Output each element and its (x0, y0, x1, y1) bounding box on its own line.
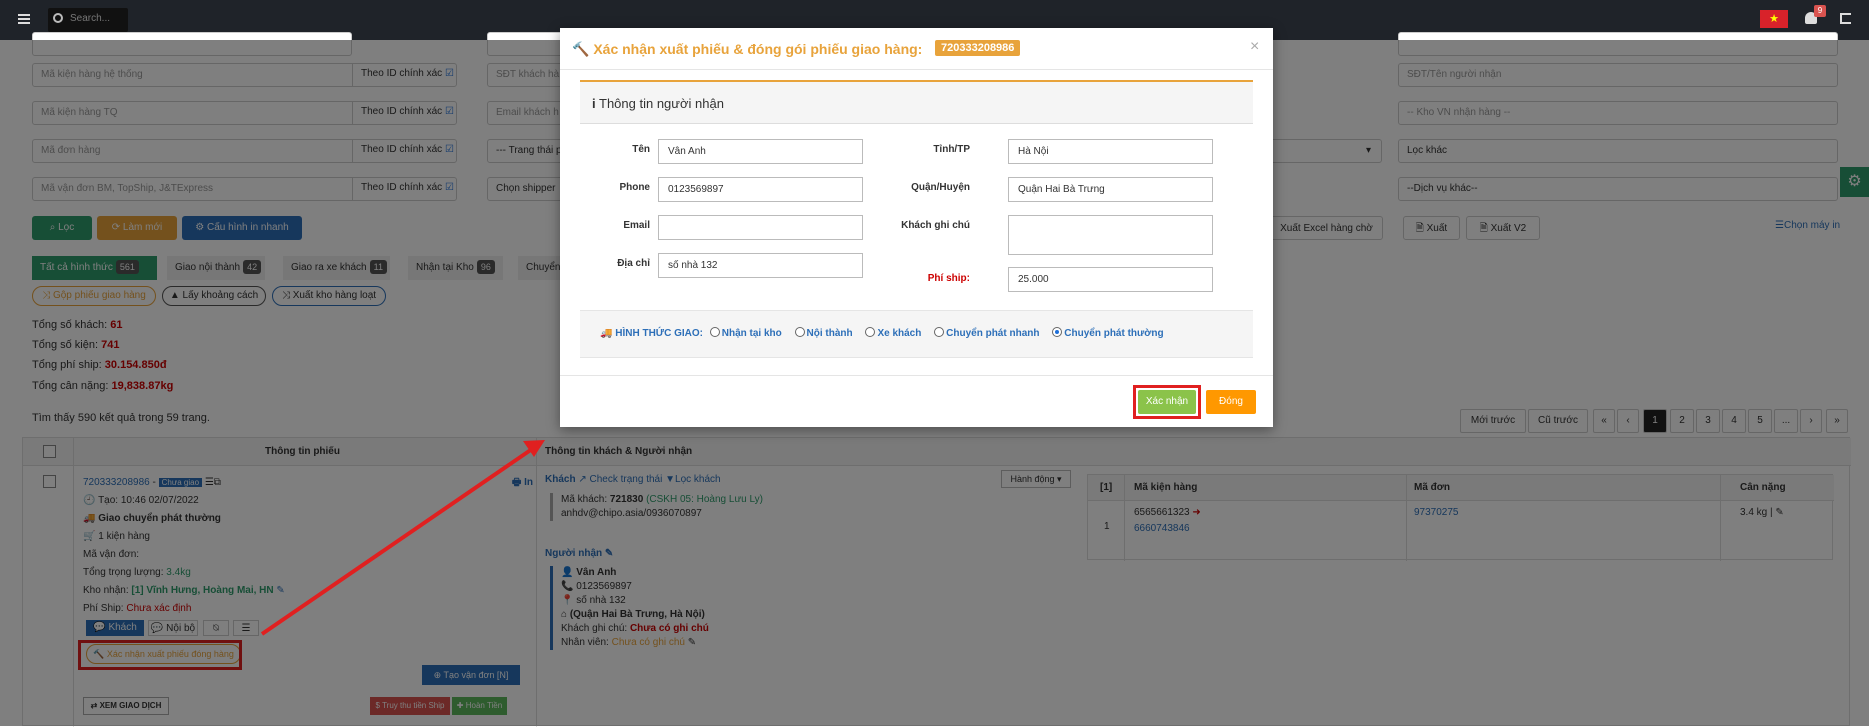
delivery-options: 🚚 HÌNH THỨC GIAO: Nhận tại kho Nội thành… (600, 327, 1164, 339)
recipient-email-input[interactable] (658, 215, 863, 240)
ship-fee-input[interactable]: 25.000 (1008, 267, 1213, 292)
customer-note-textarea[interactable] (1008, 215, 1213, 255)
close-button[interactable]: Đóng (1206, 390, 1256, 414)
section-title: i Thông tin người nhận (592, 96, 724, 111)
confirm-highlight (1133, 385, 1201, 419)
recipient-name-input[interactable]: Vân Anh (658, 139, 863, 164)
hammer-icon: 🔨 (572, 41, 590, 57)
modal-header: 🔨 Xác nhận xuất phiếu & đóng gói phiếu g… (560, 28, 1273, 70)
modal-close-button[interactable]: × (1250, 38, 1259, 56)
option-warehouse[interactable]: Nhận tại kho (709, 327, 782, 339)
recipient-address-input[interactable]: số nhà 132 (658, 253, 863, 278)
option-inner-city[interactable]: Nội thành (794, 327, 853, 339)
confirm-pack-modal: 🔨 Xác nhận xuất phiếu & đóng gói phiếu g… (560, 28, 1273, 427)
truck-icon: 🚚 (600, 328, 613, 339)
option-coach[interactable]: Xe khách (865, 327, 921, 339)
modal-title: 🔨 Xác nhận xuất phiếu & đóng gói phiếu g… (572, 41, 923, 57)
district-input[interactable]: Quận Hai Bà Trưng (1008, 177, 1213, 202)
province-input[interactable]: Hà Nội (1008, 139, 1213, 164)
option-standard[interactable]: Chuyển phát thường (1052, 327, 1164, 339)
recipient-section: i Thông tin người nhận Tên Vân Anh Phone… (580, 80, 1253, 358)
recipient-phone-input[interactable]: 0123569897 (658, 177, 863, 202)
option-express[interactable]: Chuyển phát nhanh (934, 327, 1039, 339)
modal-ticket-id: 720333208986 (935, 40, 1021, 56)
